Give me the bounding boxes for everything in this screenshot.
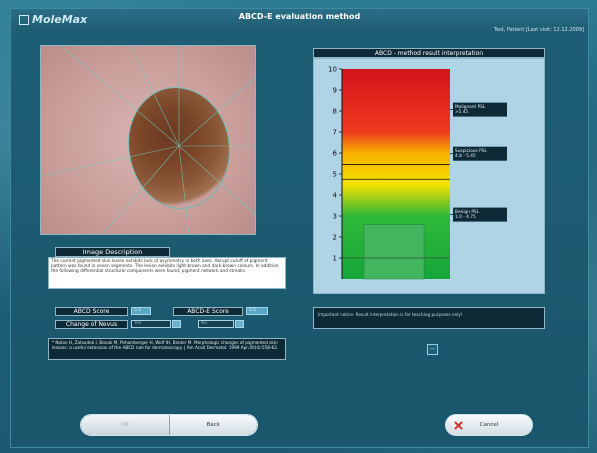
close-icon: [454, 421, 463, 430]
dermoscopy-image: [40, 45, 256, 235]
tick-label-10: 10: [328, 66, 337, 74]
band-label-0-1: >5.45: [455, 109, 468, 115]
back-button[interactable]: Back: [169, 415, 257, 435]
abcde-score-label: ABCD-E Score: [173, 307, 243, 316]
tick-label-9: 9: [333, 87, 337, 95]
change-of-nevus-label: Change of Nevus: [55, 320, 128, 329]
result-chart-svg: 12345678910Malignant PSL>5.45Suspicious …: [328, 66, 507, 280]
tick-label-1: 1: [333, 255, 337, 263]
change-no-checkbox[interactable]: [235, 320, 244, 328]
cancel-label: Cancel: [479, 422, 499, 428]
cancel-button[interactable]: Cancel: [445, 414, 533, 436]
band-label-2-1: 1.0 - 4.75: [455, 214, 476, 220]
tick-label-3: 3: [333, 213, 337, 221]
change-of-nevus-no[interactable]: No: [198, 320, 234, 328]
ok-back-group: OK Back: [80, 414, 258, 436]
abcde-score-value: 5.5: [246, 307, 268, 315]
tick-label-8: 8: [333, 108, 337, 116]
tick-label-6: 6: [333, 150, 338, 158]
image-description-title: Image Description: [55, 247, 170, 257]
tick-label-4: 4: [333, 192, 338, 200]
disclaimer-note: Important notice: Result interpretation …: [313, 307, 545, 329]
window-title: ABCD-E evaluation method: [238, 12, 361, 21]
tick-label-5: 5: [333, 171, 337, 179]
tick-label-2: 2: [333, 234, 337, 242]
patient-info: Test, Patient [Last visit: 12.12.2009]: [493, 27, 584, 33]
ok-button[interactable]: OK: [81, 415, 170, 435]
chart-title: ABCD - method result interpretation: [313, 48, 545, 58]
score-bar: [363, 224, 425, 280]
change-of-nevus-yes[interactable]: Yes: [131, 320, 171, 328]
image-description-text: The current pigmented skin lesion exhibi…: [48, 257, 286, 289]
tick-label-7: 7: [333, 129, 337, 137]
reference-text: * Nolan H, Zalaudek I, Banok M, Pehamber…: [48, 338, 286, 360]
abcd-score-label: ABCD Score: [55, 307, 128, 316]
collapse-button[interactable]: −: [427, 344, 438, 355]
abcd-score-value: 5.5: [131, 307, 151, 315]
change-yes-checkbox[interactable]: [172, 320, 181, 328]
result-chart: 1 2 3 4 5 6 7 8 9 10 Malignant PSL >5.45 Suspicious …: [313, 58, 545, 294]
band-label-1-1: 4.8 - 5.45: [455, 153, 476, 159]
segmentation-lines: [41, 46, 255, 234]
